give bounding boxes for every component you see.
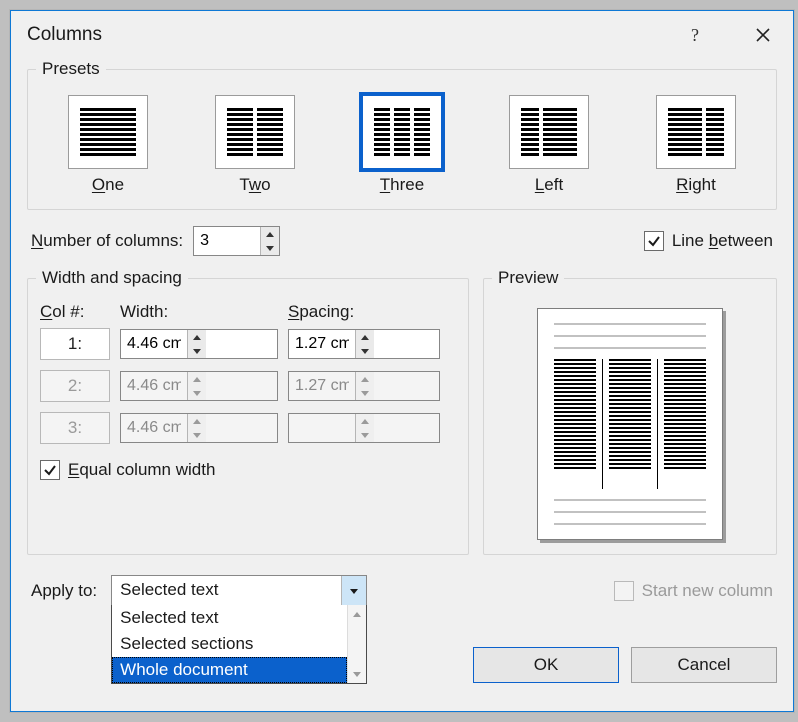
checkbox-icon — [644, 231, 664, 251]
ws-row-2-num: 2: — [40, 370, 110, 402]
apply-opt-selected-sections[interactable]: Selected sections — [112, 631, 347, 657]
title-bar: Columns ? — [11, 11, 793, 57]
ws-row-2-width-field — [121, 372, 187, 400]
presets-group: Presets One Two — [27, 59, 777, 210]
button-row: OK Cancel — [473, 647, 777, 683]
spin-up — [188, 372, 206, 386]
ws-row-2-width — [120, 371, 278, 401]
spin-down[interactable] — [188, 344, 206, 358]
help-icon[interactable]: ? — [679, 21, 711, 49]
preview-legend: Preview — [492, 268, 564, 288]
preset-one-label: One — [92, 175, 124, 195]
numcols: Number of columns: — [31, 226, 280, 256]
ws-row-1-spacing[interactable] — [288, 329, 440, 359]
apply-to-listbox[interactable]: Selected text Selected sections Whole do… — [111, 605, 367, 684]
ws-row-3-spacing — [288, 413, 440, 443]
row-numcols-linebetween: Number of columns: Line between — [31, 226, 773, 256]
preset-three[interactable]: Three — [342, 95, 462, 195]
start-new-column-checkbox: Start new column — [614, 581, 773, 601]
ws-row-2-spacing — [288, 371, 440, 401]
cancel-button[interactable]: Cancel — [631, 647, 777, 683]
ws-head: Col #: Width: Spacing: — [40, 302, 456, 322]
preset-two-label: Two — [239, 175, 270, 195]
midrow: Width and spacing Col #: Width: Spacing:… — [27, 268, 777, 555]
preview-page — [537, 308, 723, 540]
apply-to-selected: Selected text — [112, 576, 341, 606]
ws-row-1-width[interactable] — [120, 329, 278, 359]
ws-head-width: Width: — [120, 302, 278, 322]
spin-up — [356, 414, 374, 428]
close-icon[interactable] — [747, 21, 779, 49]
equal-width-checkbox[interactable]: Equal column width — [40, 460, 456, 480]
preset-two[interactable]: Two — [195, 95, 315, 195]
preset-three-label: Three — [380, 175, 424, 195]
numcols-input[interactable] — [193, 226, 280, 256]
preset-left-label: Left — [535, 175, 563, 195]
dialog-content: Presets One Two — [11, 57, 793, 711]
spin-down — [356, 386, 374, 400]
spin-up — [356, 372, 374, 386]
ws-row-1-num: 1: — [40, 328, 110, 360]
start-new-column-label: Start new column — [642, 581, 773, 601]
ws-row-1-width-field[interactable] — [121, 330, 187, 358]
title-buttons: ? — [679, 21, 779, 49]
spin-down — [356, 428, 374, 442]
ws-legend: Width and spacing — [36, 268, 188, 288]
chevron-down-icon[interactable] — [341, 576, 366, 606]
numcols-down[interactable] — [261, 241, 279, 255]
spin-up — [188, 414, 206, 428]
ws-row-3-width — [120, 413, 278, 443]
dialog-title: Columns — [27, 24, 102, 46]
presets-legend: Presets — [36, 59, 106, 79]
ws-row-2-spacing-field — [289, 372, 355, 400]
scroll-down-icon[interactable] — [348, 665, 366, 683]
scroll-up-icon[interactable] — [348, 605, 366, 623]
ws-row-3-spacing-field — [289, 414, 355, 442]
numcols-field[interactable] — [194, 227, 260, 255]
listbox-scrollbar[interactable] — [347, 605, 366, 683]
preset-left[interactable]: Left — [489, 95, 609, 195]
ws-row-1: 1: — [40, 328, 456, 360]
apply-row: Apply to: Selected text Selected text Se… — [31, 575, 773, 607]
apply-to-label: Apply to: — [31, 581, 97, 601]
numcols-label: Number of columns: — [31, 231, 183, 251]
presets-row: One Two Three — [40, 93, 764, 195]
ws-row-2: 2: — [40, 370, 456, 402]
ws-row-3-num: 3: — [40, 412, 110, 444]
svg-text:?: ? — [691, 25, 699, 45]
ws-rows: 1: 2: — [40, 328, 456, 444]
preset-right-label: Right — [676, 175, 716, 195]
line-between-checkbox[interactable]: Line between — [644, 231, 773, 251]
spin-down[interactable] — [356, 344, 374, 358]
apply-opt-selected-text[interactable]: Selected text — [112, 605, 347, 631]
checkbox-icon — [614, 581, 634, 601]
ws-row-3-width-field — [121, 414, 187, 442]
numcols-up[interactable] — [261, 227, 279, 241]
preview-group: Preview — [483, 268, 777, 555]
apply-to-dropdown[interactable]: Selected text Selected text Selected sec… — [111, 575, 367, 607]
spin-up[interactable] — [356, 330, 374, 344]
ok-button[interactable]: OK — [473, 647, 619, 683]
preset-right[interactable]: Right — [636, 95, 756, 195]
width-spacing-group: Width and spacing Col #: Width: Spacing:… — [27, 268, 469, 555]
checkbox-icon — [40, 460, 60, 480]
spin-up[interactable] — [188, 330, 206, 344]
ws-row-1-spacing-field[interactable] — [289, 330, 355, 358]
line-between-label: Line between — [672, 231, 773, 251]
ws-head-spacing: Spacing: — [288, 302, 440, 322]
spin-down — [188, 428, 206, 442]
ws-head-col: Col #: — [40, 302, 110, 322]
spin-down — [188, 386, 206, 400]
columns-dialog: Columns ? Presets One — [10, 10, 794, 712]
preset-one[interactable]: One — [48, 95, 168, 195]
apply-opt-whole-document[interactable]: Whole document — [112, 657, 347, 683]
ws-row-3: 3: — [40, 412, 456, 444]
equal-width-label: Equal column width — [68, 460, 215, 480]
